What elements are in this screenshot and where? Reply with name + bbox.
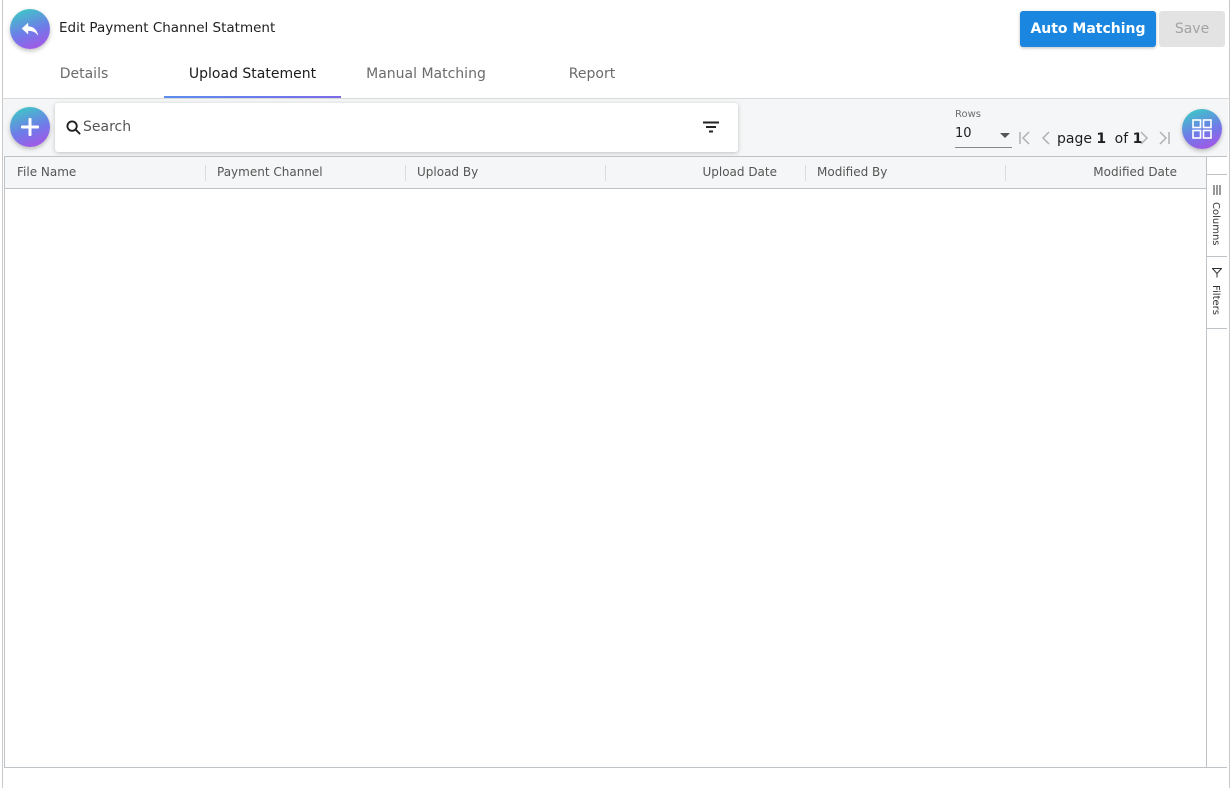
tab-manual-matching[interactable]: Manual Matching xyxy=(356,58,496,98)
next-page-icon[interactable] xyxy=(1138,131,1150,145)
chevron-down-icon xyxy=(1000,133,1010,138)
last-page-icon[interactable] xyxy=(1157,131,1171,145)
page-word: page xyxy=(1057,131,1092,147)
tab-report[interactable]: Report xyxy=(552,58,632,98)
save-button[interactable]: Save xyxy=(1159,11,1225,47)
plus-icon xyxy=(21,118,39,136)
column-separator[interactable] xyxy=(1005,165,1006,181)
column-header-modified-date[interactable]: Modified Date xyxy=(1015,157,1177,188)
search-input[interactable] xyxy=(83,115,683,139)
column-header-payment-channel[interactable]: Payment Channel xyxy=(217,157,323,188)
funnel-icon xyxy=(1212,268,1222,278)
filter-lines-icon[interactable] xyxy=(703,121,719,133)
column-header-modified-by[interactable]: Modified By xyxy=(817,157,887,188)
add-button[interactable] xyxy=(10,107,50,147)
column-header-upload-by[interactable]: Upload By xyxy=(417,157,478,188)
column-separator[interactable] xyxy=(605,165,606,181)
grid-body xyxy=(5,189,1206,767)
side-tab-filters[interactable]: Filters xyxy=(1207,257,1227,329)
grid-side-panel: Columns Filters xyxy=(1206,157,1227,767)
search-box xyxy=(55,103,738,152)
first-page-icon[interactable] xyxy=(1018,131,1032,145)
side-tab-filters-label: Filters xyxy=(1210,285,1221,315)
side-tab-columns-label: Columns xyxy=(1210,202,1221,246)
side-tab-columns[interactable]: Columns xyxy=(1207,174,1227,257)
back-arrow-icon xyxy=(21,22,39,36)
data-grid: File Name Payment Channel Upload By Uplo… xyxy=(4,156,1227,768)
tab-upload-statement[interactable]: Upload Statement xyxy=(164,58,341,98)
rows-label: Rows xyxy=(955,109,982,120)
tab-details[interactable]: Details xyxy=(40,58,128,98)
page-title: Edit Payment Channel Statment xyxy=(59,20,276,36)
current-page: 1 xyxy=(1096,131,1107,147)
column-separator[interactable] xyxy=(205,165,206,181)
rows-per-page-value: 10 xyxy=(955,126,972,141)
grid-header: File Name Payment Channel Upload By Uplo… xyxy=(5,157,1206,189)
back-button[interactable] xyxy=(10,9,50,49)
column-header-upload-date[interactable]: Upload Date xyxy=(615,157,777,188)
column-header-file-name[interactable]: File Name xyxy=(17,157,76,188)
grid-view-icon xyxy=(1192,119,1212,139)
grid-view-button[interactable] xyxy=(1182,109,1222,149)
search-icon xyxy=(66,120,81,135)
prev-page-icon[interactable] xyxy=(1040,131,1052,145)
column-separator[interactable] xyxy=(805,165,806,181)
rows-per-page-select[interactable]: 10 xyxy=(955,124,1012,148)
columns-icon xyxy=(1213,185,1221,195)
pager-status: page 1 of 1 xyxy=(1057,131,1142,147)
auto-matching-button[interactable]: Auto Matching xyxy=(1020,11,1156,47)
column-separator[interactable] xyxy=(405,165,406,181)
of-word: of xyxy=(1114,131,1129,147)
